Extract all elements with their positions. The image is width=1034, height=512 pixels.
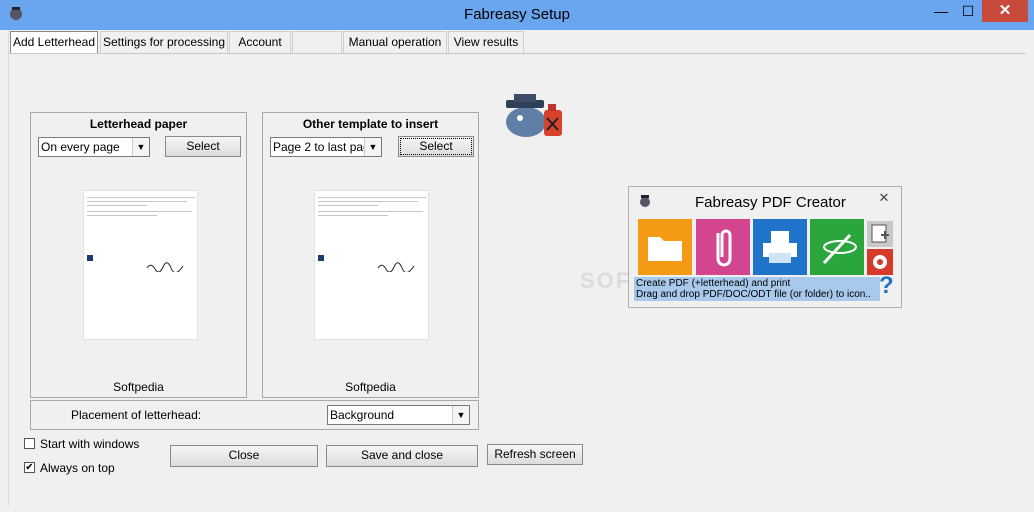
tab-manual-operation[interactable]: Manual operation (343, 31, 447, 53)
printer-icon (763, 231, 797, 263)
create-pdf-tile[interactable] (638, 219, 692, 275)
creator-description: Create PDF (+letterhead) and print Drag … (634, 277, 880, 301)
letterhead-caption: Softpedia (113, 380, 164, 394)
creator-title: Fabreasy PDF Creator (695, 194, 846, 211)
creator-close-button[interactable]: ✕ (869, 187, 899, 209)
add-document-button[interactable] (867, 221, 893, 247)
save-and-close-button[interactable]: Save and close (326, 445, 478, 467)
template-page-select[interactable]: Page 2 to last page ▼ (270, 137, 382, 157)
add-document-icon (871, 224, 889, 243)
creator-line1: Create PDF (+letterhead) and print (636, 278, 791, 289)
letterhead-title: Letterhead paper (89, 117, 188, 131)
tab-divider (8, 53, 1026, 54)
start-with-windows-label: Start with windows (40, 437, 140, 451)
always-on-top-label: Always on top (40, 461, 115, 475)
attach-tile[interactable] (696, 219, 750, 275)
maximize-button[interactable]: ☐ (954, 0, 982, 22)
paperclip-icon (716, 229, 732, 267)
chevron-down-icon: ▼ (364, 138, 381, 156)
letterhead-page-value: On every page (41, 140, 120, 154)
signature-icon (377, 261, 415, 273)
placement-select[interactable]: Background ▼ (327, 405, 470, 425)
chevron-down-icon: ▼ (452, 406, 469, 424)
folder-icon (648, 237, 682, 261)
close-button[interactable]: Close (170, 445, 318, 467)
template-preview (314, 190, 429, 340)
template-select-button[interactable]: Select (398, 136, 474, 157)
window-title: Fabreasy Setup (464, 6, 570, 23)
template-title: Other template to insert (302, 117, 439, 131)
close-window-button[interactable]: ✕ (982, 0, 1028, 22)
tab-view-results[interactable]: View results (448, 31, 524, 53)
letterhead-preview (83, 190, 198, 340)
template-panel: Other template to insert Page 2 to last … (262, 112, 479, 398)
placement-value: Background (330, 408, 395, 422)
chevron-down-icon: ▼ (132, 138, 149, 156)
tab-settings-for-processing[interactable]: Settings for processing (100, 31, 228, 53)
elephant-mascot-icon (500, 92, 566, 142)
print-tile[interactable] (753, 219, 807, 275)
letterhead-page-select[interactable]: On every page ▼ (38, 137, 150, 157)
minimize-button[interactable]: — (928, 0, 954, 22)
help-icon[interactable]: ? (879, 274, 899, 298)
checkmark-icon: ✔ (25, 462, 34, 473)
tab-blank[interactable] (292, 31, 342, 53)
placement-row: Placement of letterhead: Background ▼ (30, 400, 479, 430)
elephant-app-icon (639, 193, 651, 209)
refresh-screen-button[interactable]: Refresh screen (487, 444, 583, 465)
template-page-value: Page 2 to last page (273, 140, 377, 154)
creator-line2: Drag and drop PDF/DOC/ODT file (or folde… (636, 289, 871, 300)
wand-icon (822, 233, 857, 265)
tools-tile[interactable] (810, 219, 864, 275)
template-caption: Softpedia (345, 380, 396, 394)
letterhead-select-button[interactable]: Select (165, 136, 241, 157)
start-with-windows-checkbox[interactable] (24, 438, 35, 449)
tab-account[interactable]: Account (229, 31, 291, 53)
signature-icon (146, 261, 184, 273)
letterhead-panel: Letterhead paper On every page ▼ Select … (30, 112, 247, 398)
always-on-top-checkbox[interactable]: ✔ (24, 462, 35, 473)
tab-add-letterhead[interactable]: Add Letterhead (10, 31, 98, 53)
placement-label: Placement of letterhead: (71, 408, 202, 422)
pdf-creator-window: Fabreasy PDF Creator ✕ Create PDF (+lett… (628, 186, 902, 308)
